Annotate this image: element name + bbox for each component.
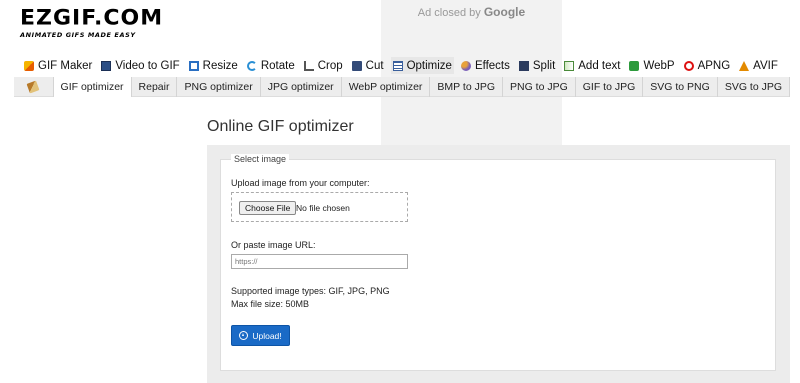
main-nav: GIF Maker Video to GIF Resize Rotate Cro… <box>22 57 785 74</box>
subnav-gif-to-jpg[interactable]: GIF to JPG <box>576 77 644 97</box>
nav-optimize[interactable]: Optimize <box>390 57 454 74</box>
page-title: Online GIF optimizer <box>207 118 354 135</box>
max-size-text: Max file size: 50MB <box>231 299 310 309</box>
split-icon <box>518 60 529 71</box>
supported-types-text: Supported image types: GIF, JPG, PNG <box>231 286 390 296</box>
subnav-bmp-to-jpg[interactable]: BMP to JPG <box>430 77 503 97</box>
avif-icon <box>739 60 750 71</box>
nav-cut[interactable]: Cut <box>350 57 386 74</box>
logo-text: EZGIF.COM <box>20 6 164 31</box>
nav-apng[interactable]: APNG <box>682 57 733 74</box>
crop-icon <box>303 60 314 71</box>
logo-tagline: ANIMATED GIFS MADE EASY <box>20 31 136 39</box>
no-file-text: No file chosen <box>296 203 350 213</box>
nav-video-to-gif[interactable]: Video to GIF <box>99 57 181 74</box>
subnav-png-optimizer[interactable]: PNG optimizer <box>177 77 261 97</box>
upload-cloud-icon <box>239 331 249 340</box>
subnav-svg-to-png[interactable]: SVG to PNG <box>643 77 718 97</box>
subnav-repair[interactable]: Repair <box>132 77 178 97</box>
optimize-icon <box>392 60 403 71</box>
effects-icon <box>460 60 471 71</box>
webp-icon <box>629 60 640 71</box>
nav-add-text[interactable]: Add text <box>562 57 622 74</box>
nav-rotate[interactable]: Rotate <box>245 57 297 74</box>
gif-maker-icon <box>24 60 34 71</box>
nav-webp[interactable]: WebP <box>627 57 676 74</box>
ad-closed-text: Ad closed by Google <box>417 5 526 19</box>
subnav-png-to-jpg[interactable]: PNG to JPG <box>503 77 576 97</box>
file-drop-area[interactable]: Choose File No file chosen <box>231 192 408 222</box>
nav-crop[interactable]: Crop <box>302 57 345 74</box>
nav-gif-maker[interactable]: GIF Maker <box>22 57 94 74</box>
rotate-icon <box>246 60 257 71</box>
subnav-svg-to-jpg[interactable]: SVG to JPG <box>718 77 790 97</box>
upload-button[interactable]: Upload! <box>231 325 290 346</box>
subnav-jpg-optimizer[interactable]: JPG optimizer <box>261 77 342 97</box>
nav-resize[interactable]: Resize <box>187 57 240 74</box>
image-url-input[interactable] <box>231 254 408 269</box>
video-icon <box>101 60 112 71</box>
subnav-webp-optimizer[interactable]: WebP optimizer <box>342 77 431 97</box>
add-text-icon <box>564 60 575 71</box>
apng-icon <box>683 60 694 71</box>
url-label: Or paste image URL: <box>231 240 316 250</box>
resize-icon <box>188 60 199 71</box>
nav-split[interactable]: Split <box>517 57 557 74</box>
upload-panel: Select image Upload image from your comp… <box>207 145 790 383</box>
fieldset-legend: Select image <box>231 154 290 164</box>
subnav-home[interactable] <box>14 77 54 97</box>
broom-icon <box>26 80 40 94</box>
ezgif-logo[interactable]: EZGIF.COM ANIMATED GIFS MADE EASY <box>20 8 163 39</box>
sub-nav: GIF optimizer Repair PNG optimizer JPG o… <box>14 77 790 97</box>
nav-avif[interactable]: AVIF <box>737 57 780 74</box>
choose-file-button[interactable]: Choose File <box>239 201 297 215</box>
cut-icon <box>351 60 362 71</box>
nav-effects[interactable]: Effects <box>459 57 512 74</box>
subnav-gif-optimizer[interactable]: GIF optimizer <box>53 77 132 97</box>
upload-label: Upload image from your computer: <box>231 178 370 188</box>
select-image-fieldset: Select image Upload image from your comp… <box>220 154 776 371</box>
